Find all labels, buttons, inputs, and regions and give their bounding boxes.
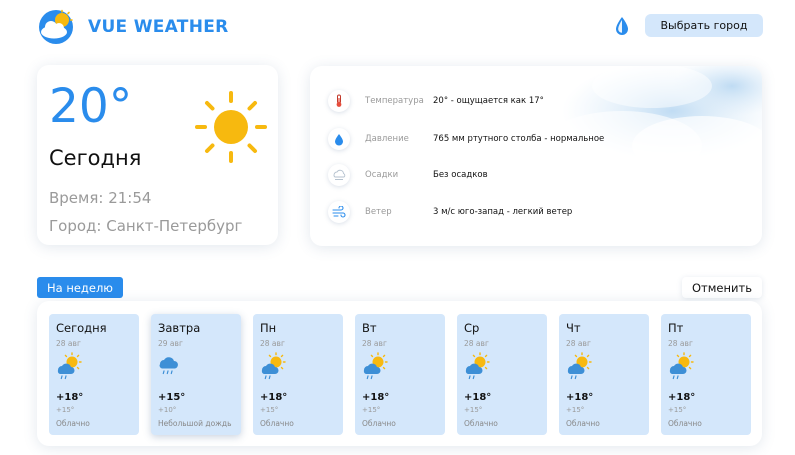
sun-cloud-rain-icon xyxy=(57,352,82,380)
clouds-background-image xyxy=(542,66,762,181)
week-forecast-card: Сегодня 28 авг +18° +15° Облачно Завтра … xyxy=(37,301,762,446)
forecast-feels-like: +15° xyxy=(260,406,279,414)
forecast-description: Облачно xyxy=(362,419,396,428)
forecast-feels-like: +15° xyxy=(362,406,381,414)
cancel-button[interactable]: Отменить xyxy=(682,277,762,298)
forecast-temperature: +18° xyxy=(668,392,696,403)
cloud-rain-icon xyxy=(159,357,178,375)
sun-cloud-rain-icon xyxy=(567,352,592,380)
water-drop-icon[interactable] xyxy=(614,16,630,36)
forecast-feels-like: +15° xyxy=(464,406,483,414)
forecast-description: Облачно xyxy=(566,419,600,428)
forecast-day-card[interactable]: Вт 28 авг +18° +15° Облачно xyxy=(355,314,445,435)
forecast-date: 28 авг xyxy=(464,339,489,348)
forecast-date: 28 авг xyxy=(668,339,693,348)
forecast-description: Облачно xyxy=(56,419,90,428)
precipitation-icon xyxy=(328,164,350,186)
current-city: Город: Санкт-Петербург xyxy=(49,217,243,235)
detail-value-wind: 3 м/с юго-запад - легкий ветер xyxy=(433,207,573,217)
sun-cloud-rain-icon xyxy=(465,352,490,380)
detail-row-pressure: Давление 765 мм ртутного столба - нормал… xyxy=(328,126,604,152)
current-weather-card: 20° Сегодня Время: 21:54 Город: Санкт-Пе… xyxy=(37,65,278,245)
water-drop-icon xyxy=(328,128,350,150)
forecast-day-card[interactable]: Сегодня 28 авг +18° +15° Облачно xyxy=(49,314,139,435)
detail-value-temperature: 20° - ощущается как 17° xyxy=(433,96,544,106)
sun-cloud-rain-icon xyxy=(261,352,286,380)
forecast-day-name: Ср xyxy=(464,321,480,335)
forecast-feels-like: +10° xyxy=(158,406,177,414)
forecast-temperature: +18° xyxy=(464,392,492,403)
forecast-feels-like: +15° xyxy=(566,406,585,414)
forecast-temperature: +18° xyxy=(56,392,84,403)
forecast-day-name: Пт xyxy=(668,321,684,335)
app-header: VUE WEATHER Выбрать город xyxy=(0,0,795,55)
detail-row-wind: Ветер 3 м/с юго-запад - легкий ветер xyxy=(328,199,572,225)
detail-row-precipitation: Осадки Без осадков xyxy=(328,162,488,188)
forecast-day-name: Завтра xyxy=(158,321,201,335)
wind-icon xyxy=(328,201,350,223)
forecast-day-card[interactable]: Пн 28 авг +18° +15° Облачно xyxy=(253,314,343,435)
forecast-date: 28 авг xyxy=(260,339,285,348)
forecast-day-name: Сегодня xyxy=(56,321,107,335)
weather-details-card: Температура 20° - ощущается как 17° Давл… xyxy=(310,66,762,246)
logo-weather-icon[interactable] xyxy=(37,9,77,45)
forecast-date: 28 авг xyxy=(362,339,387,348)
forecast-temperature: +18° xyxy=(566,392,594,403)
sun-icon xyxy=(195,91,267,163)
current-day-label: Сегодня xyxy=(49,146,142,170)
forecast-day-card[interactable]: Чт 28 авг +18° +15° Облачно xyxy=(559,314,649,435)
forecast-date: 28 авг xyxy=(566,339,591,348)
week-button[interactable]: На неделю xyxy=(37,277,123,298)
forecast-day-card[interactable]: Завтра 29 авг +15° +10° Небольшой дождь xyxy=(151,314,241,435)
detail-value-precipitation: Без осадков xyxy=(433,170,488,180)
detail-value-pressure: 765 мм ртутного столба - нормальное xyxy=(433,134,605,144)
forecast-description: Облачно xyxy=(464,419,498,428)
forecast-day-name: Чт xyxy=(566,321,581,335)
sun-cloud-rain-icon xyxy=(669,352,694,380)
thermometer-icon xyxy=(328,90,350,112)
forecast-feels-like: +15° xyxy=(668,406,687,414)
detail-row-temperature: Температура 20° - ощущается как 17° xyxy=(328,88,544,114)
forecast-temperature: +18° xyxy=(260,392,288,403)
forecast-day-name: Вт xyxy=(362,321,377,335)
forecast-description: Небольшой дождь xyxy=(158,419,232,428)
current-temperature: 20° xyxy=(49,79,133,134)
forecast-day-name: Пн xyxy=(260,321,277,335)
sun-cloud-rain-icon xyxy=(363,352,388,380)
forecast-temperature: +15° xyxy=(158,392,186,403)
current-time: Время: 21:54 xyxy=(49,189,152,207)
forecast-description: Облачно xyxy=(668,419,702,428)
forecast-date: 28 авг xyxy=(56,339,81,348)
forecast-day-card[interactable]: Пт 28 авг +18° +15° Облачно xyxy=(661,314,751,435)
select-city-button[interactable]: Выбрать город xyxy=(645,14,763,37)
forecast-temperature: +18° xyxy=(362,392,390,403)
app-title: VUE WEATHER xyxy=(88,17,229,37)
forecast-description: Облачно xyxy=(260,419,294,428)
forecast-day-card[interactable]: Ср 28 авг +18° +15° Облачно xyxy=(457,314,547,435)
forecast-feels-like: +15° xyxy=(56,406,75,414)
forecast-date: 29 авг xyxy=(158,339,183,348)
